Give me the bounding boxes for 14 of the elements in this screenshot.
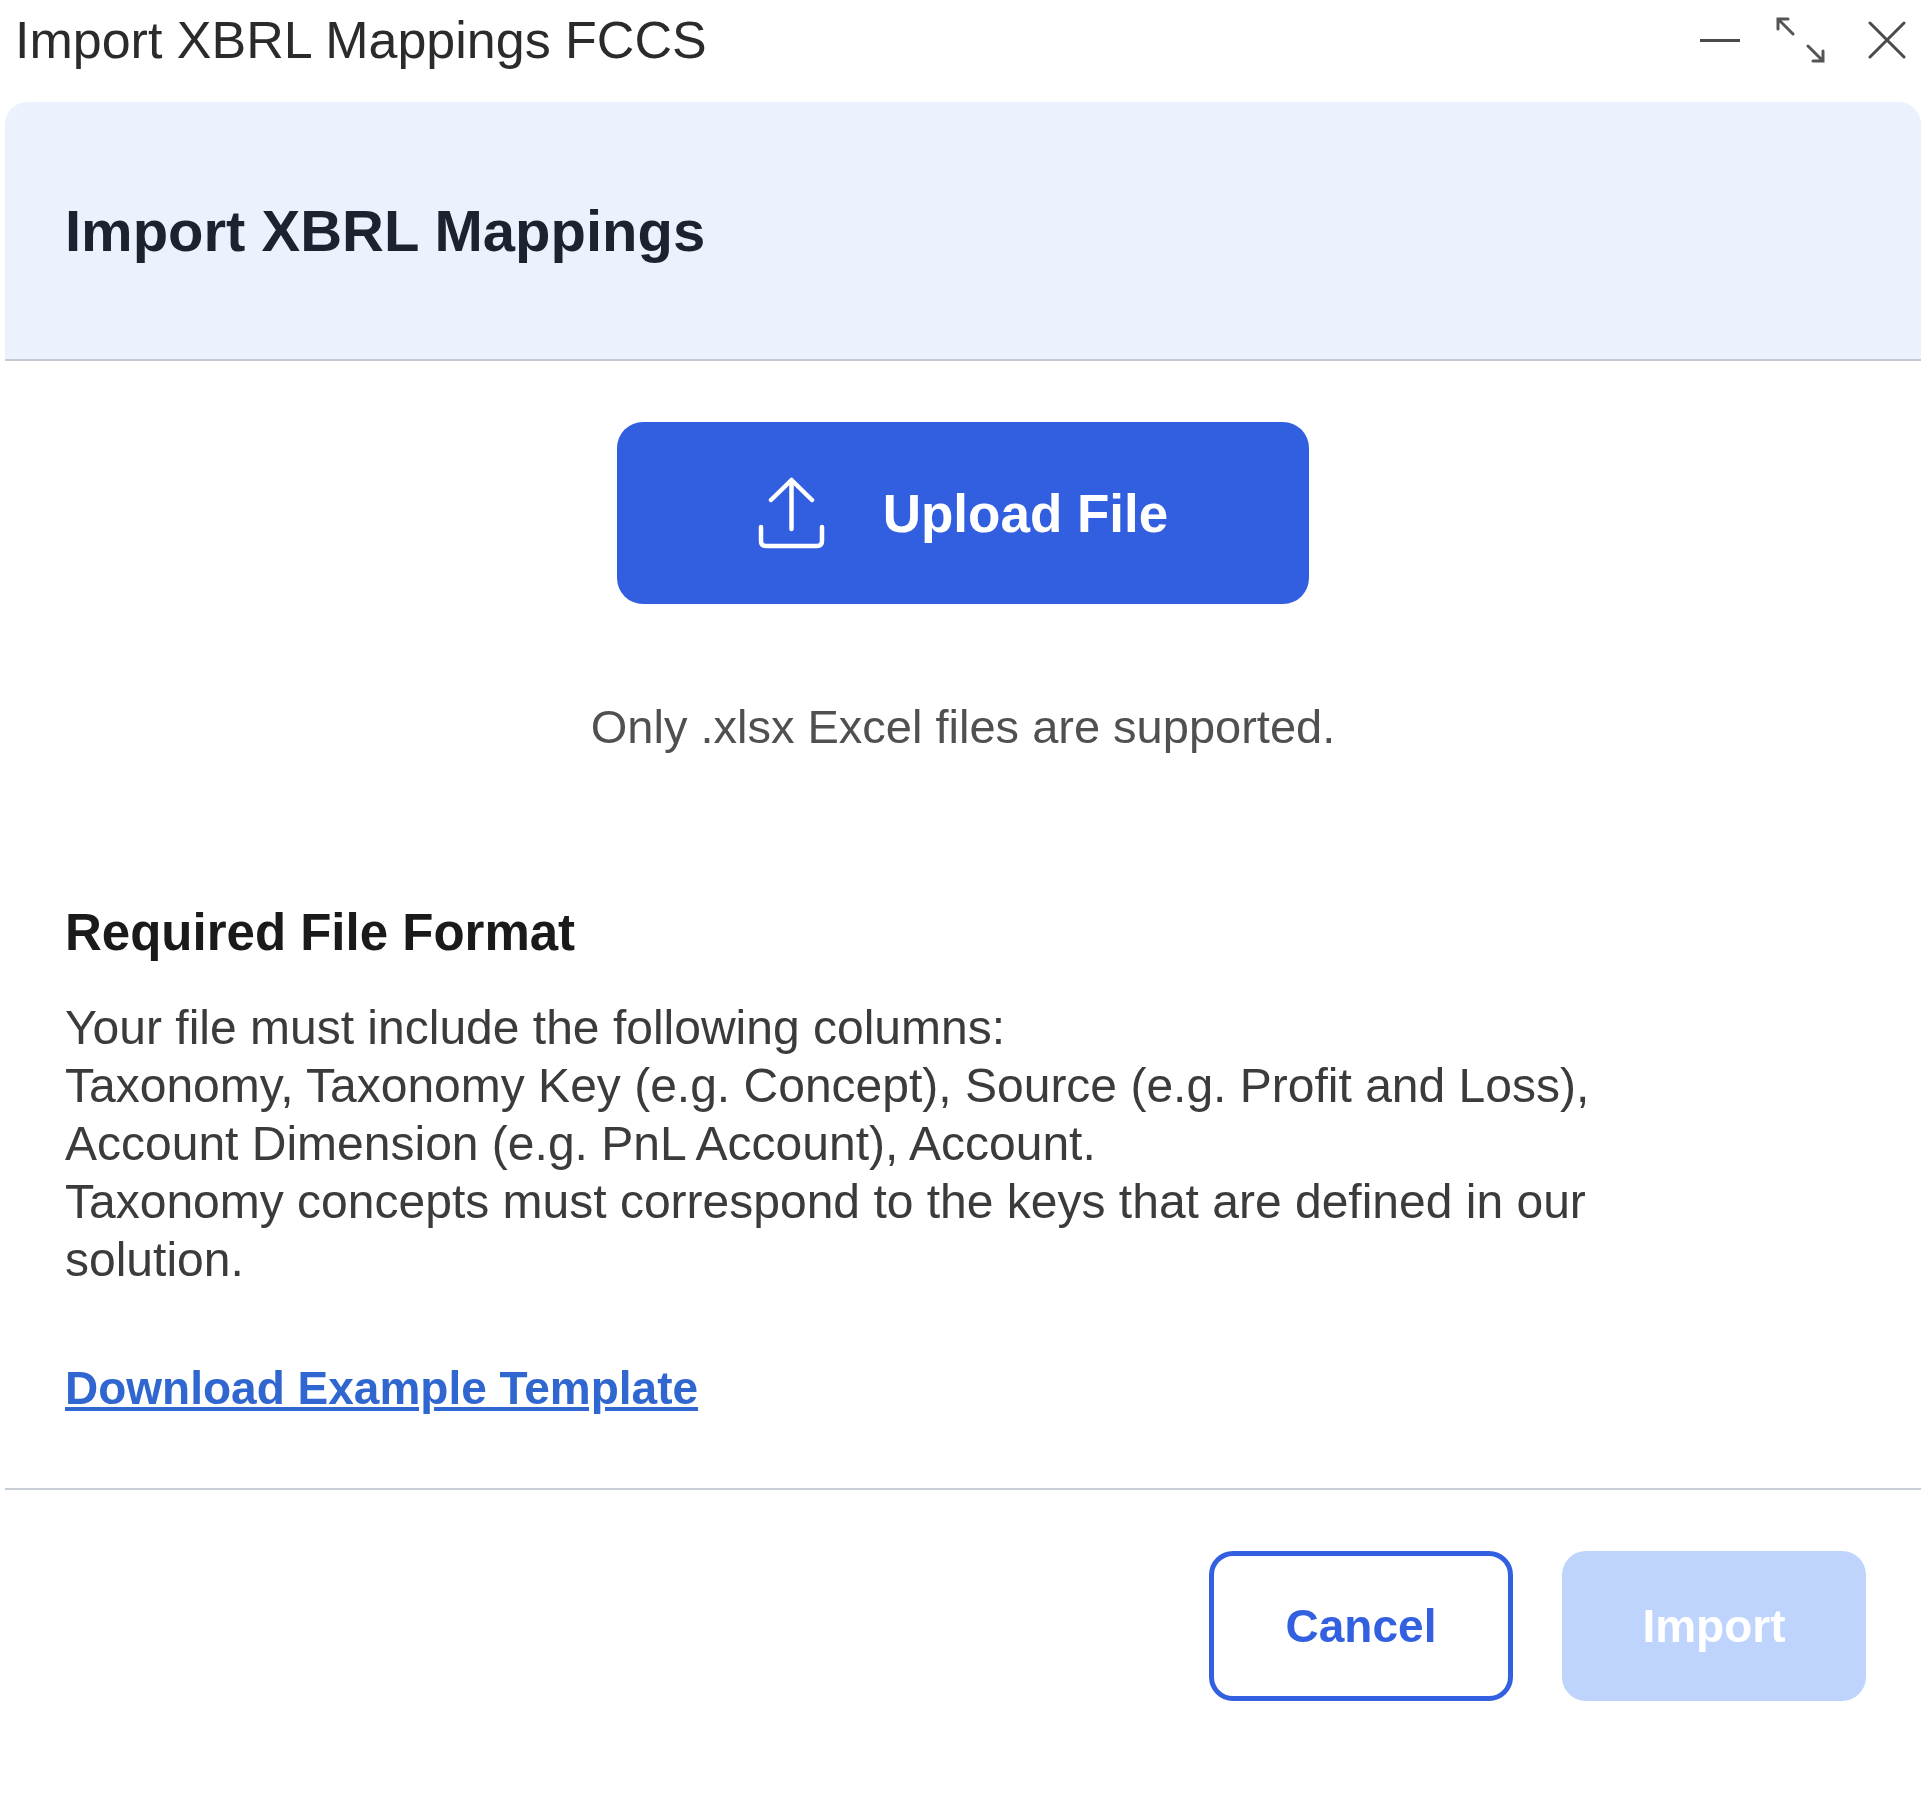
- format-description: Your file must include the following columns:: [65, 1000, 1007, 1056]
- download-template-link[interactable]: Download Example Template: [65, 1361, 699, 1415]
- format-description: Taxonomy concepts must correspond to the keys that are defined in our solution.: [65, 1174, 1587, 1288]
- upload-button[interactable]: Upload File: [617, 422, 1309, 604]
- window-title: Import XBRL Mappings FCCS: [15, 10, 707, 71]
- cancel-button[interactable]: Cancel: [1209, 1551, 1513, 1701]
- upload-icon: [757, 477, 825, 549]
- file-type-hint: Only .xlsx Excel files are supported.: [590, 699, 1336, 755]
- format-description: Taxonomy, Taxonomy Key (e.g. Concept), Source (e.g. Profit and Loss), Account Dimension (e.g. PnL Account), Account.: [65, 1058, 1591, 1172]
- minimize-icon[interactable]: [1700, 38, 1740, 42]
- dialog-title: Import XBRL Mappings: [65, 197, 706, 264]
- close-icon[interactable]: [1868, 21, 1906, 59]
- diagonal-arrows-icon[interactable]: [1776, 17, 1825, 63]
- section-heading: Required File Format: [65, 903, 576, 963]
